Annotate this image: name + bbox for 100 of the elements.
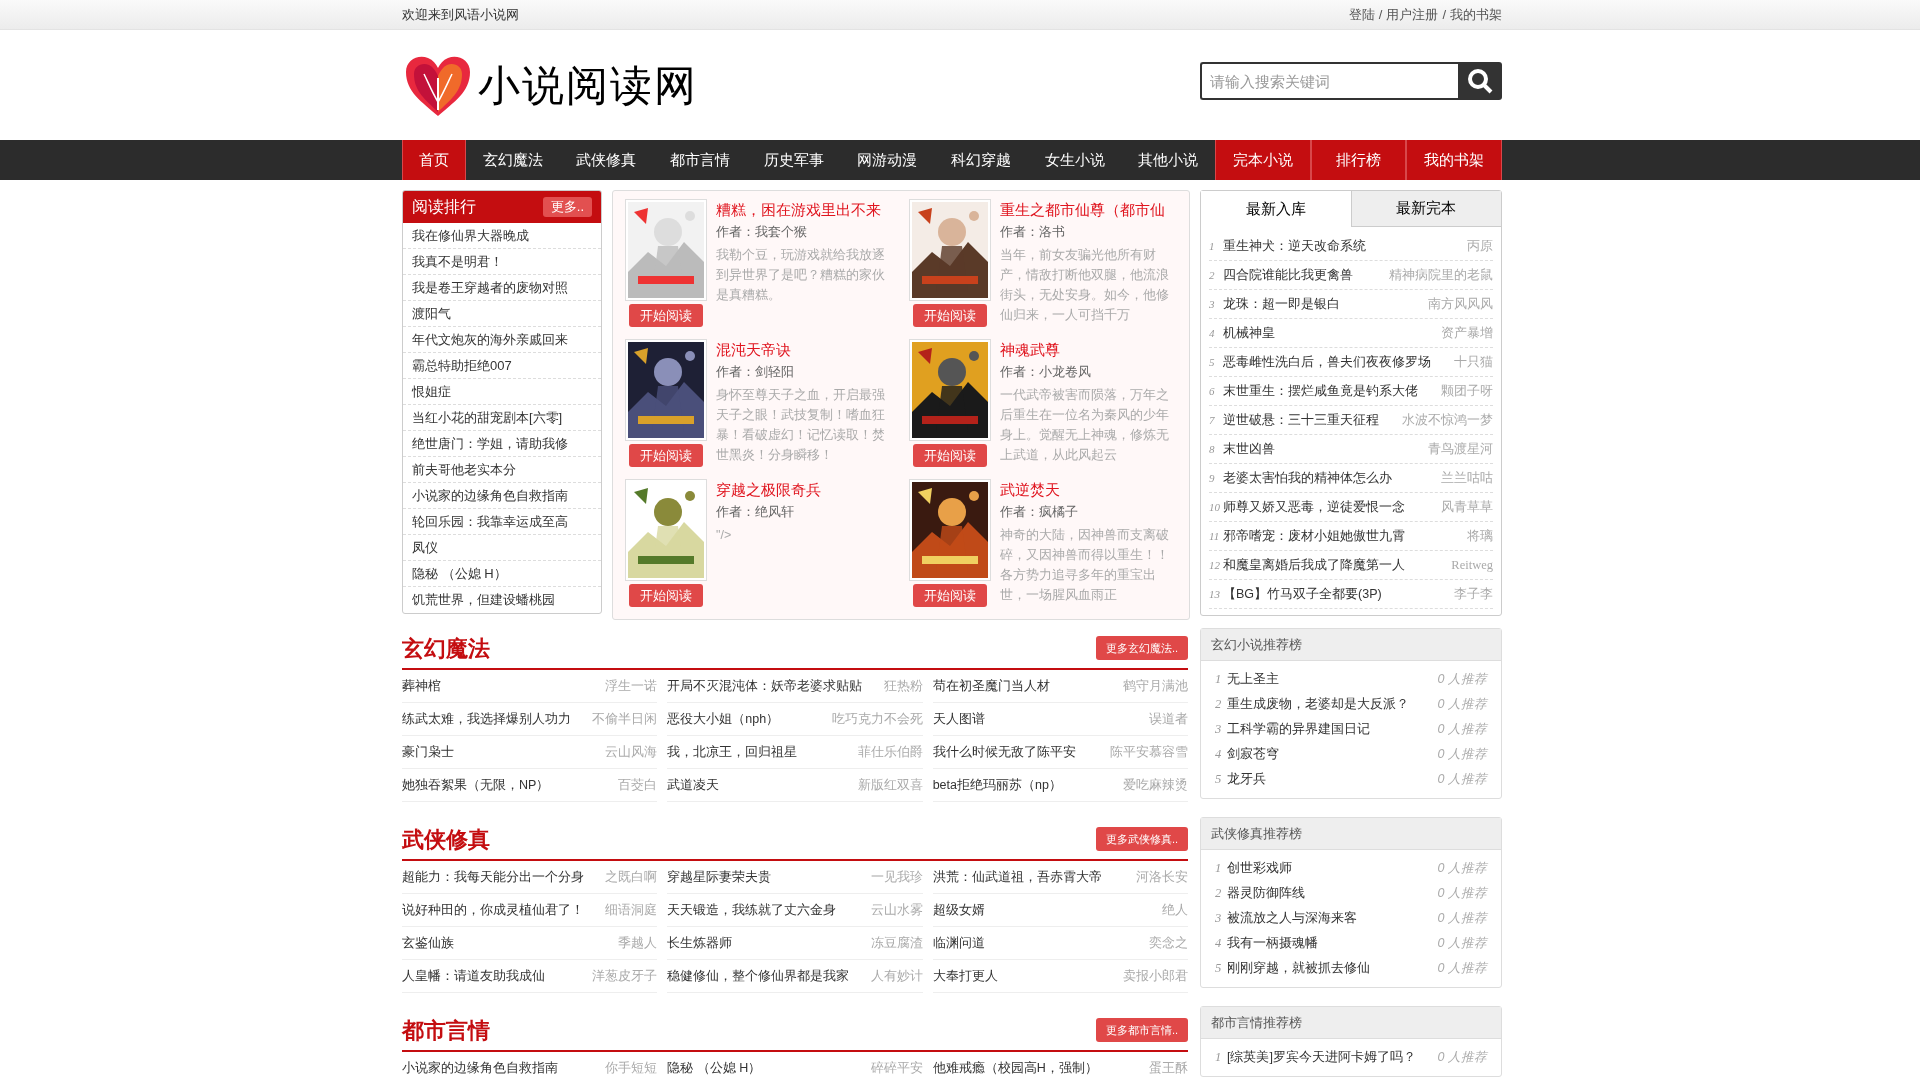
book-link[interactable]: [综英美]罗宾今天进阿卡姆了吗？ — [1227, 1048, 1416, 1067]
book-link[interactable]: 临渊问道 — [932, 933, 985, 953]
more-link[interactable]: 更多.. — [542, 197, 592, 217]
rank-link[interactable]: 年代文炮灰的海外亲戚回来 — [412, 329, 568, 350]
start-reading-button[interactable]: 开始阅读 — [913, 444, 987, 467]
book-link[interactable]: 四合院谁能比我更禽兽 — [1223, 265, 1353, 285]
rank-link[interactable]: 饥荒世界，但建设蟠桃园 — [412, 590, 555, 610]
book-link[interactable]: 他难戒瘾（校园高H，强制） — [932, 1058, 1098, 1078]
book-link[interactable]: 末世重生：摆烂咸鱼竟是钓系大佬 — [1223, 381, 1418, 401]
book-link[interactable]: 隐秘 （公媳 H） — [667, 1058, 762, 1078]
more-button[interactable]: 更多玄幻魔法.. — [1095, 636, 1188, 660]
top-link[interactable]: 我的书架 — [1450, 4, 1502, 25]
rank-link[interactable]: 我真不是明君！ — [412, 251, 503, 272]
book-link[interactable]: 苟在初圣魔门当人材 — [932, 676, 1050, 696]
book-link[interactable]: 师尊又娇又恶毒，逆徒爱恨一念 — [1223, 497, 1405, 517]
rank-link[interactable]: 我在修仙界大器晚成 — [412, 225, 529, 246]
book-link[interactable]: 天人图谱 — [932, 709, 985, 729]
nav-item[interactable]: 历史军事 — [746, 140, 841, 180]
book-link[interactable]: 刚刚穿越，就被抓去修仙 — [1227, 959, 1370, 978]
rank-link[interactable]: 恨姐症 — [412, 381, 451, 402]
book-link[interactable]: 武道凌天 — [667, 775, 720, 795]
book-link[interactable]: 葬神棺 — [402, 676, 441, 696]
nav-item[interactable]: 都市言情 — [653, 140, 747, 180]
book-link[interactable]: 重生成废物，老婆却是大反派？ — [1227, 695, 1409, 714]
nav-item[interactable]: 武侠修真 — [559, 140, 654, 180]
book-link[interactable]: 人皇幡：请道友助我成仙 — [402, 966, 545, 986]
rank-link[interactable]: 轮回乐园：我靠幸运成至高 — [412, 511, 568, 532]
tab[interactable]: 最新完本 — [1350, 191, 1501, 227]
book-link[interactable]: 天天锻造，我练就了丈六金身 — [667, 900, 837, 920]
more-button[interactable]: 更多武侠修真.. — [1095, 827, 1188, 851]
book-link[interactable]: 洪荒：仙武道祖，吾赤霄大帝 — [932, 867, 1102, 887]
book-link[interactable]: 超级女婿 — [932, 900, 985, 920]
top-link[interactable]: 用户注册 — [1386, 4, 1439, 25]
nav-item[interactable]: 排行榜 — [1310, 140, 1407, 180]
start-reading-button[interactable]: 开始阅读 — [629, 584, 703, 607]
book-link[interactable]: 说好种田的，你成灵植仙君了！ — [402, 900, 584, 920]
rank-link[interactable]: 当红小花的甜宠剧本[六零] — [412, 407, 563, 428]
top-link[interactable]: 登陆 — [1348, 4, 1375, 25]
nav-item[interactable]: 其他小说 — [1121, 140, 1216, 180]
start-reading-button[interactable]: 开始阅读 — [629, 444, 703, 467]
rank-link[interactable]: 渡阳气 — [412, 303, 451, 324]
nav-item[interactable]: 女生小说 — [1027, 140, 1122, 180]
book-link[interactable]: 小说家的边缘角色自救指南 — [402, 1058, 558, 1078]
more-button[interactable]: 更多都市言情.. — [1095, 1018, 1188, 1042]
book-link[interactable]: 长生炼器师 — [667, 933, 733, 953]
book-link[interactable]: 器灵防御阵线 — [1227, 884, 1305, 903]
book-link[interactable]: 无上圣主 — [1227, 670, 1279, 689]
book-link[interactable]: 恶役大小姐（nph） — [667, 709, 780, 729]
rank-link[interactable]: 我是卷王穿越者的废物对照 — [412, 277, 568, 298]
book-link[interactable]: 创世彩戏师 — [1227, 859, 1292, 878]
rank-link[interactable]: 凤仪 — [412, 537, 438, 558]
nav-item[interactable]: 玄幻魔法 — [466, 140, 560, 180]
book-title-link[interactable]: 混沌天帝诀 — [716, 339, 895, 361]
book-link[interactable]: 大奉打更人 — [932, 966, 998, 986]
book-link[interactable]: 被流放之人与深海来客 — [1227, 909, 1357, 928]
search-button[interactable] — [1458, 62, 1502, 100]
search-field[interactable]: 请输入搜索关键词 — [1200, 62, 1458, 100]
nav-item[interactable]: 网游动漫 — [840, 140, 935, 180]
start-reading-button[interactable]: 开始阅读 — [913, 304, 987, 327]
book-link[interactable]: 邪帝嗜宠：废材小姐她傲世九霄 — [1223, 526, 1405, 546]
book-title-link[interactable]: 神魂武尊 — [1000, 339, 1179, 361]
book-link[interactable]: 恶毒雌性洗白后，兽夫们夜夜修罗场 — [1223, 352, 1431, 372]
book-title-link[interactable]: 穿越之极限奇兵 — [716, 479, 895, 501]
book-title-link[interactable]: 武逆焚天 — [1000, 479, 1179, 501]
rank-link[interactable]: 绝世唐门：学姐，请助我修 — [412, 433, 568, 454]
book-link[interactable]: 我有一柄摄魂幡 — [1227, 934, 1318, 953]
site-logo-text[interactable]: 小说阅读网 — [478, 53, 698, 117]
book-link[interactable]: 她独吞絮果（无限，NP） — [402, 775, 550, 795]
book-link[interactable]: 工科学霸的异界建国日记 — [1227, 720, 1370, 739]
book-link[interactable]: 【BG】竹马双子全都要(3P) — [1223, 584, 1382, 604]
rank-link[interactable]: 隐秘 （公媳 H） — [412, 563, 507, 584]
book-link[interactable]: 和魔皇离婚后我成了降魔第一人 — [1223, 555, 1405, 575]
book-link[interactable]: 超能力：我每天能分出一个分身 — [402, 867, 584, 887]
nav-item[interactable]: 我的书架 — [1406, 140, 1503, 180]
book-link[interactable]: 重生神犬：逆天改命系统 — [1223, 236, 1366, 256]
book-link[interactable]: 剑寂苍穹 — [1227, 745, 1279, 764]
book-link[interactable]: 我，北凉王，回归祖星 — [667, 742, 798, 762]
nav-item[interactable]: 首页 — [402, 140, 466, 180]
book-link[interactable]: 老婆太害怕我的精神体怎么办 — [1223, 468, 1392, 488]
book-link[interactable]: beta拒绝玛丽苏（np） — [932, 775, 1062, 795]
rank-link[interactable]: 小说家的边缘角色自救指南 — [412, 485, 568, 506]
book-link[interactable]: 豪门枭士 — [402, 742, 454, 762]
book-link[interactable]: 穿越星际妻荣夫贵 — [667, 867, 772, 887]
book-link[interactable]: 开局不灭混沌体：妖帝老婆求贴贴 — [667, 676, 863, 696]
book-title-link[interactable]: 重生之都市仙尊（都市仙 — [1000, 199, 1179, 221]
book-link[interactable]: 我什么时候无敌了陈平安 — [932, 742, 1076, 762]
start-reading-button[interactable]: 开始阅读 — [629, 304, 703, 327]
book-title-link[interactable]: 糟糕，困在游戏里出不来 — [716, 199, 895, 221]
book-link[interactable]: 练武太难，我选择爆别人功力 — [402, 709, 571, 729]
book-link[interactable]: 龙珠：超一即是银白 — [1223, 294, 1340, 314]
rank-link[interactable]: 霸总特助拒绝007 — [412, 355, 512, 376]
rank-link[interactable]: 前夫哥他老实本分 — [412, 459, 516, 480]
book-link[interactable]: 机械神皇 — [1223, 323, 1275, 343]
book-link[interactable]: 稳健修仙，整个修仙界都是我家 — [667, 966, 850, 986]
book-link[interactable]: 逆世破悬：三十三重天征程 — [1223, 410, 1379, 430]
book-link[interactable]: 龙牙兵 — [1227, 770, 1266, 789]
book-link[interactable]: 末世凶兽 — [1223, 439, 1275, 459]
start-reading-button[interactable]: 开始阅读 — [913, 584, 987, 607]
nav-item[interactable]: 科幻穿越 — [934, 140, 1028, 180]
book-link[interactable]: 玄鉴仙族 — [402, 933, 454, 953]
